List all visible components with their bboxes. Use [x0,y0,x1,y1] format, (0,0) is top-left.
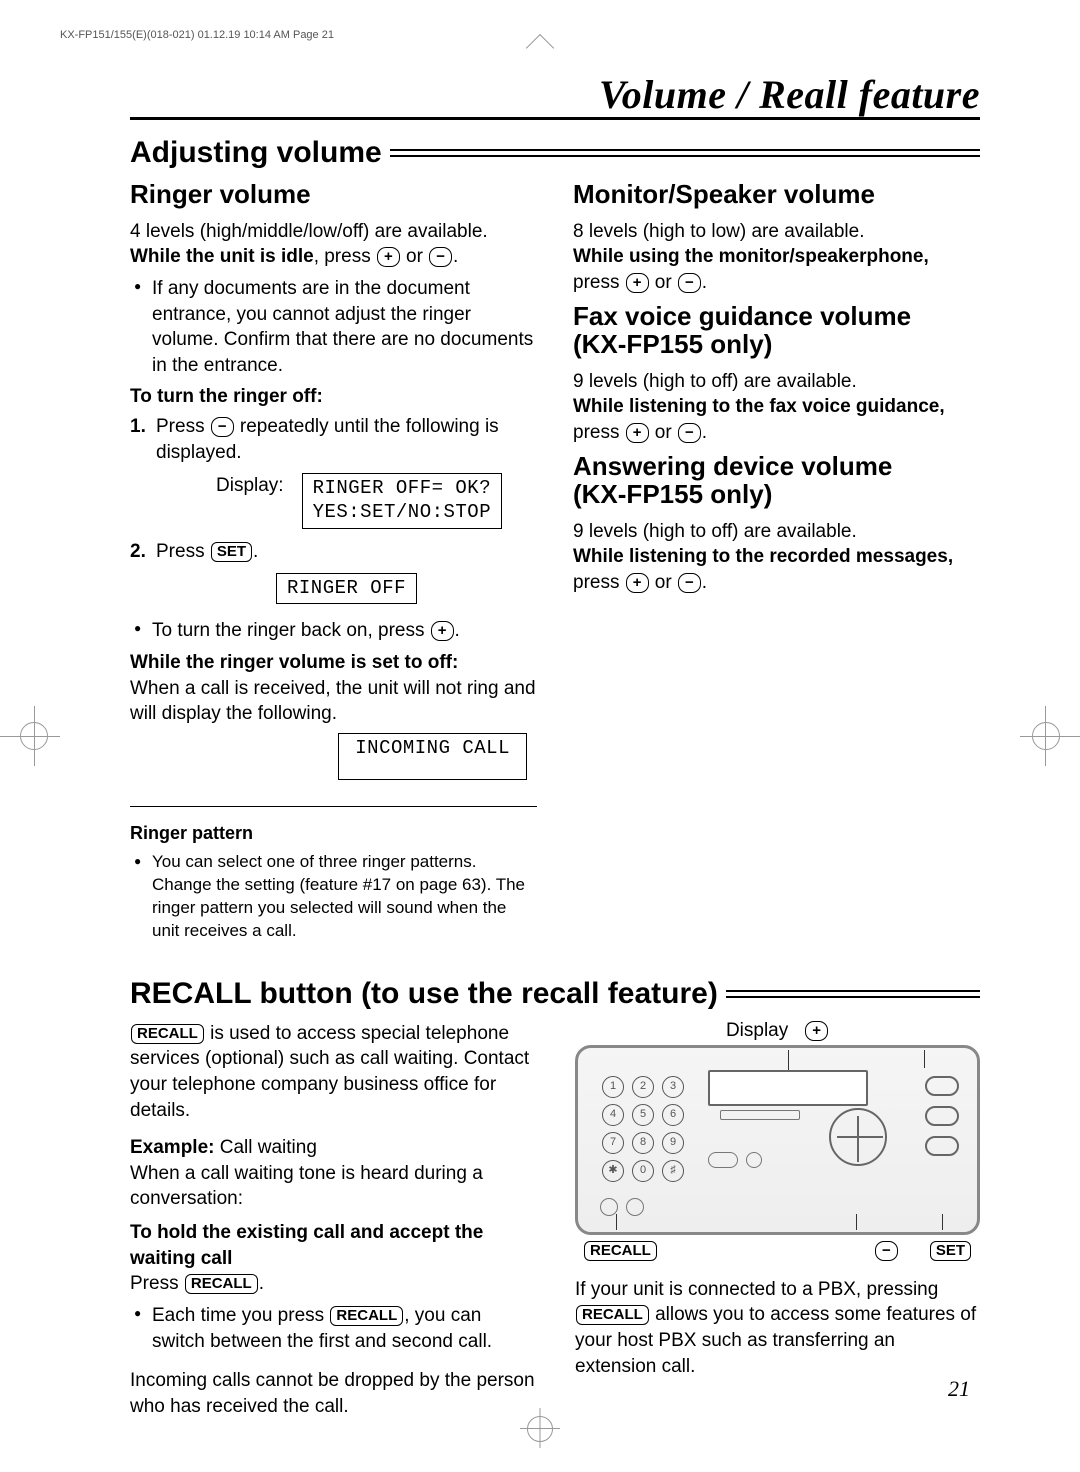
label-display: Display [726,1021,788,1040]
button-icon [746,1152,762,1168]
navigation-pad-icon [829,1108,887,1166]
plus-key-icon: + [626,423,649,443]
button-bar-icon [720,1110,800,1120]
divider [130,806,537,807]
leader-line-icon [856,1214,857,1230]
plus-key-icon: + [626,573,649,593]
faxvoice-instruction: While listening to the fax voice guidanc… [573,394,980,445]
button-icon [925,1076,959,1096]
dial-pad-icon: 123 456 789 ✱0♯ [602,1076,684,1182]
plus-key-icon: + [431,621,454,641]
turn-off-heading: To turn the ringer off: [130,384,537,410]
section-adjusting-volume: Adjusting volume [130,138,980,168]
recall-drop-note: Incoming calls cannot be dropped by the … [130,1368,535,1419]
hold-call-heading: To hold the existing call and accept the… [130,1220,535,1271]
button-icon [626,1198,644,1216]
monitor-line1: 8 levels (high to low) are available. [573,219,980,245]
ringer-intro: 4 levels (high/middle/low/off) are avail… [130,219,537,245]
plus-key-icon: + [805,1021,828,1041]
button-icon [600,1198,618,1216]
manual-page: KX-FP151/155(E)(018-021) 01.12.19 10:14 … [0,0,1080,1472]
ringer-set-off-heading: While the ringer volume is set to off: [130,650,537,676]
ringer-set-off-body: When a call is received, the unit will n… [130,676,537,727]
crop-header: KX-FP151/155(E)(018-021) 01.12.19 10:14 … [60,30,334,41]
heading-ringer-volume: Ringer volume [130,180,537,209]
minus-key-icon: − [875,1241,898,1261]
recall-intro: RECALL is used to access special telepho… [130,1021,535,1124]
recall-key-icon: RECALL [576,1305,649,1325]
crop-mark-icon [1045,706,1046,766]
step-2: 2.Press SET. RINGER OFF [130,539,537,604]
pbx-note: If your unit is connected to a PBX, pres… [575,1277,980,1380]
display-label: Display: [216,473,284,499]
lcd-incoming-call: INCOMING CALL [338,733,527,780]
heading-monitor-volume: Monitor/Speaker volume [573,180,980,209]
step-1: 1.Press − repeatedly until the following… [130,414,537,529]
leader-line-icon [616,1214,617,1230]
minus-key-icon: − [678,573,701,593]
left-column: Ringer volume 4 levels (high/middle/low/… [130,180,537,949]
crop-mark-icon [0,736,60,737]
plus-key-icon: + [626,273,649,293]
page-title-bar: Volume / Reall feature [130,75,980,120]
ringer-idle: While the unit is idle, press + or −. [130,244,537,270]
faxvoice-line1: 9 levels (high to off) are available. [573,369,980,395]
ringer-note-doc-entrance: If any documents are in the document ent… [134,276,537,379]
recall-switch-note: Each time you press RECALL, you can swit… [134,1303,535,1354]
set-key-icon: SET [930,1241,971,1261]
page-title: Volume / Reall feature [130,75,980,115]
ringer-pattern-note: Ringer pattern You can select one of thr… [130,821,537,943]
leader-line-icon [924,1050,925,1068]
recall-example-body: When a call waiting tone is heard during… [130,1161,535,1212]
answering-line1: 9 levels (high to off) are available. [573,519,980,545]
minus-key-icon: − [211,417,234,437]
section-recall: RECALL button (to use the recall feature… [130,979,980,1009]
page-number: 21 [948,1376,970,1402]
crop-mark-icon [526,34,554,62]
heading-fax-voice-volume: Fax voice guidance volume (KX-FP155 only… [573,302,980,359]
press-recall: Press RECALL. [130,1271,535,1297]
recall-key-icon: RECALL [330,1306,403,1326]
button-icon [925,1136,959,1156]
recall-key-icon: RECALL [185,1274,258,1294]
right-column: Monitor/Speaker volume 8 levels (high to… [573,180,980,949]
plus-key-icon: + [377,247,400,267]
recall-key-icon: RECALL [131,1024,204,1044]
leader-line-icon [788,1050,789,1070]
leader-line-icon [942,1214,943,1230]
monitor-instruction: While using the monitor/speakerphone,pre… [573,244,980,295]
crop-mark-icon [540,1408,541,1448]
recall-left: RECALL is used to access special telepho… [130,1021,535,1420]
recall-key-icon: RECALL [584,1241,657,1261]
minus-key-icon: − [678,273,701,293]
minus-key-icon: − [429,247,452,267]
answering-instruction: While listening to the recorded messages… [573,544,980,595]
recall-right: Display + 123 456 789 ✱0♯ [575,1021,980,1420]
button-icon [925,1106,959,1126]
display-screen-icon [708,1070,868,1106]
device-illustration: 123 456 789 ✱0♯ [575,1045,980,1235]
heading-answering-volume: Answering device volume (KX-FP155 only) [573,452,980,509]
crop-mark-icon [34,706,35,766]
ringer-back-on: To turn the ringer back on, press +. [134,618,537,644]
lcd-ringer-off: RINGER OFF [276,573,417,605]
button-icon [708,1152,738,1168]
set-key-icon: SET [211,542,252,562]
lcd-ringer-off-prompt: RINGER OFF= OK? YES:SET/NO:STOP [302,473,503,529]
crop-mark-icon [1020,736,1080,737]
recall-example-head: Example: Call waiting [130,1135,535,1161]
minus-key-icon: − [678,423,701,443]
